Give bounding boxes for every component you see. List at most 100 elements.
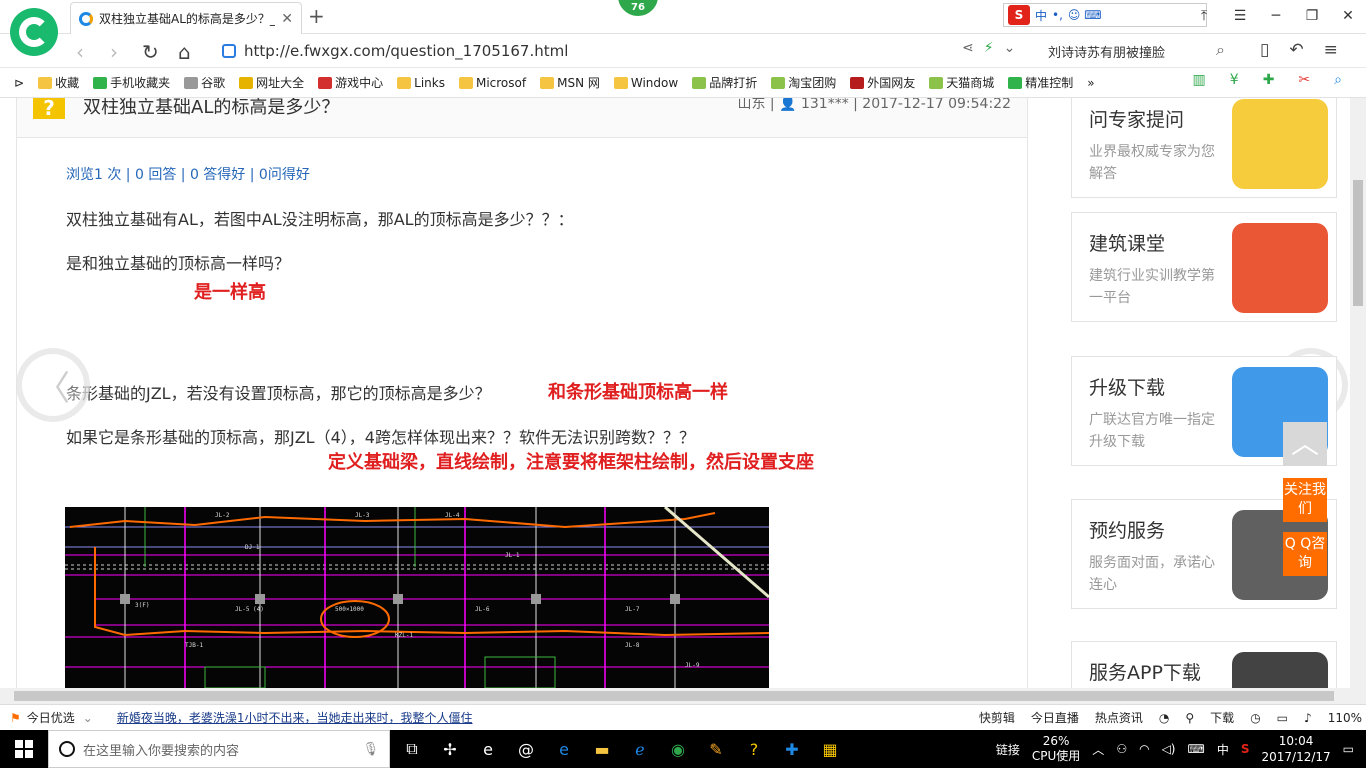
back-to-top-button[interactable]: ︿ [1283, 422, 1327, 466]
skin-icon[interactable]: ⤒ [1186, 0, 1222, 32]
vertical-scrollbar[interactable] [1350, 98, 1366, 688]
sidebar-toggle-icon[interactable]: ⊳ [14, 76, 24, 90]
active-tab[interactable]: 双柱独立基础AL的标高是多少？_ ✕ [70, 2, 302, 34]
search-icon[interactable]: ⌕ [1216, 40, 1225, 60]
status-item-kuaijianji[interactable]: 快剪辑 [979, 709, 1015, 726]
ie-icon[interactable]: ℯ [628, 737, 652, 761]
address-bar[interactable]: http://e.fwxgx.com/question_1705167.html [222, 38, 1030, 64]
horizontal-scroll-thumb[interactable] [14, 691, 1334, 701]
share-icon[interactable]: ⋖ [962, 40, 974, 56]
bookmark-item[interactable]: 谷歌 [184, 74, 225, 91]
notes-app-icon[interactable]: ✎ [704, 737, 728, 761]
sogou-ime-toolbar[interactable]: S 中 •, ☺ ⌨ [1003, 3, 1207, 27]
bookmark-item[interactable]: 外国网友 [850, 74, 915, 91]
score-badge[interactable]: 76 [616, 0, 660, 18]
task-view-icon[interactable]: ⧉ [400, 737, 424, 761]
microphone-icon[interactable]: 🎙 [362, 742, 379, 757]
bookmark-item[interactable]: Window [613, 76, 678, 90]
file-explorer-icon[interactable]: ▬ [590, 737, 614, 761]
scissors-icon[interactable]: ✂ [1298, 72, 1310, 88]
status-item-download[interactable]: 下载 [1210, 709, 1234, 726]
more-menu-icon[interactable]: ≡ [1324, 40, 1338, 60]
keyboard-icon[interactable]: ⌨ [1187, 742, 1204, 756]
tray-chevron-icon[interactable]: ︿ [1092, 741, 1104, 758]
ime-indicator[interactable]: 中 [1217, 741, 1229, 758]
fan-app-icon[interactable]: ✢ [438, 737, 462, 761]
forward-icon[interactable]: › [110, 40, 118, 64]
bookmark-item[interactable]: 淘宝团购 [771, 74, 836, 91]
status-item-live[interactable]: 今日直播 [1031, 709, 1079, 726]
find-icon[interactable]: ⌕ [1334, 72, 1342, 88]
bookmark-item[interactable]: Links [397, 76, 445, 90]
news-ticker-link[interactable]: 新婚夜当晚，老婆洗澡1小时不出来，当她走出来时，我整个人僵住 [117, 709, 473, 726]
back-icon[interactable]: ‹ [76, 40, 84, 64]
search-suggestion[interactable]: 刘诗诗苏有朋被撞脸 [1048, 42, 1165, 61]
follow-us-button[interactable]: 关注我们 [1283, 478, 1327, 522]
people-icon[interactable]: ⚇ [1116, 742, 1127, 756]
chart-app-icon[interactable]: ▦ [818, 737, 842, 761]
chevron-down-icon[interactable]: ⌄ [83, 711, 93, 725]
close-tab-icon[interactable]: ✕ [281, 11, 293, 27]
money-icon[interactable]: ¥ [1230, 72, 1239, 88]
spiral-app-icon[interactable]: @ [514, 737, 538, 761]
notification-icon[interactable]: ▭ [1343, 742, 1354, 756]
wifi-icon[interactable]: ◠ [1139, 742, 1149, 756]
plus-app-icon[interactable]: ✚ [780, 737, 804, 761]
pin-icon[interactable]: ⚲ [1185, 711, 1194, 725]
bookmark-item[interactable]: 品牌打折 [692, 74, 757, 91]
menu-icon[interactable]: ☰ [1222, 0, 1258, 32]
qq-consult-button[interactable]: Q Q咨询 [1283, 532, 1327, 576]
bookmark-item[interactable]: Microsof [458, 76, 526, 90]
bookmark-item[interactable]: MSN 网 [540, 74, 600, 91]
today-picks[interactable]: 今日优选 [27, 709, 75, 726]
bookmark-item[interactable]: 天猫商城 [929, 74, 994, 91]
flash-icon[interactable]: ⚡ [984, 40, 994, 56]
vertical-scroll-thumb[interactable] [1353, 180, 1363, 306]
minimize-button[interactable]: ─ [1258, 0, 1294, 32]
start-button[interactable] [0, 730, 48, 768]
cad-drawing-image[interactable]: JL-2 JL-3 DJ-1 JL-4 JL-1 3(F) JL-5 (4) 500×1000… [65, 507, 769, 688]
close-button[interactable]: ✕ [1330, 0, 1366, 32]
status-item-hotnews[interactable]: 热点资讯 [1095, 709, 1143, 726]
window-icon[interactable]: ▭ [1277, 711, 1288, 725]
sidebar-card[interactable]: 问专家提问 业界最权威专家为您解答 [1071, 98, 1337, 198]
ime-punct[interactable]: •, [1052, 8, 1063, 22]
bookmark-item[interactable]: 网址大全 [239, 74, 304, 91]
volume-icon[interactable]: ◁) [1162, 742, 1176, 756]
speed-icon[interactable]: ◔ [1159, 711, 1169, 725]
question-app-icon[interactable]: ? [742, 737, 766, 761]
prev-arrow-button[interactable]: 〈 [16, 348, 90, 422]
ime-lang[interactable]: 中 [1035, 7, 1047, 24]
question-stats[interactable]: 浏览1 次 | 0 回答 | 0 答得好 | 0问得好 [66, 164, 310, 184]
undo-icon[interactable]: ↶ [1289, 40, 1303, 60]
link-toolbar[interactable]: 链接 [996, 741, 1020, 758]
maximize-button[interactable]: ❐ [1294, 0, 1330, 32]
home-icon[interactable]: ⌂ [178, 40, 191, 64]
mobile-icon[interactable]: ▯ [1260, 40, 1269, 60]
new-tab-button[interactable]: + [308, 4, 325, 28]
dropdown-icon[interactable]: ⌄ [1004, 40, 1016, 56]
cpu-meter[interactable]: 26% CPU使用 [1032, 734, 1080, 764]
plus-icon[interactable]: ✚ [1263, 72, 1275, 88]
zoom-level[interactable]: 110% [1328, 711, 1362, 725]
bookmark-item[interactable]: 手机收藏夹 [93, 74, 170, 91]
sidebar-card[interactable]: 建筑课堂 建筑行业实训教学第一平台 [1071, 212, 1337, 322]
bookmark-item[interactable]: 精准控制 [1008, 74, 1073, 91]
clock[interactable]: 10:04 2017/12/17 [1261, 733, 1330, 765]
bookmarks-more-icon[interactable]: » [1087, 76, 1094, 90]
bookmark-item[interactable]: 收藏 [38, 74, 79, 91]
taskbar-search[interactable]: 在这里输入你要搜索的内容 🎙 [48, 730, 390, 768]
bookmark-item[interactable]: 游戏中心 [318, 74, 383, 91]
reader-icon[interactable]: ▥ [1193, 72, 1206, 88]
url-text[interactable]: http://e.fwxgx.com/question_1705167.html [244, 42, 568, 60]
browser-logo-icon[interactable] [10, 8, 58, 56]
edge-blue-icon[interactable]: e [552, 737, 576, 761]
ime-tools-icon[interactable]: ☺ ⌨ [1068, 8, 1102, 22]
edge-icon[interactable]: e [476, 737, 500, 761]
refresh-icon[interactable]: ↻ [142, 40, 159, 64]
history-icon[interactable]: ◷ [1250, 711, 1260, 725]
sogou-tray-icon[interactable]: S [1241, 742, 1250, 756]
mute-icon[interactable]: ♪ [1304, 711, 1312, 725]
sidebar-card[interactable]: 服务APP下载 [1071, 641, 1337, 688]
horizontal-scrollbar[interactable] [0, 688, 1366, 704]
